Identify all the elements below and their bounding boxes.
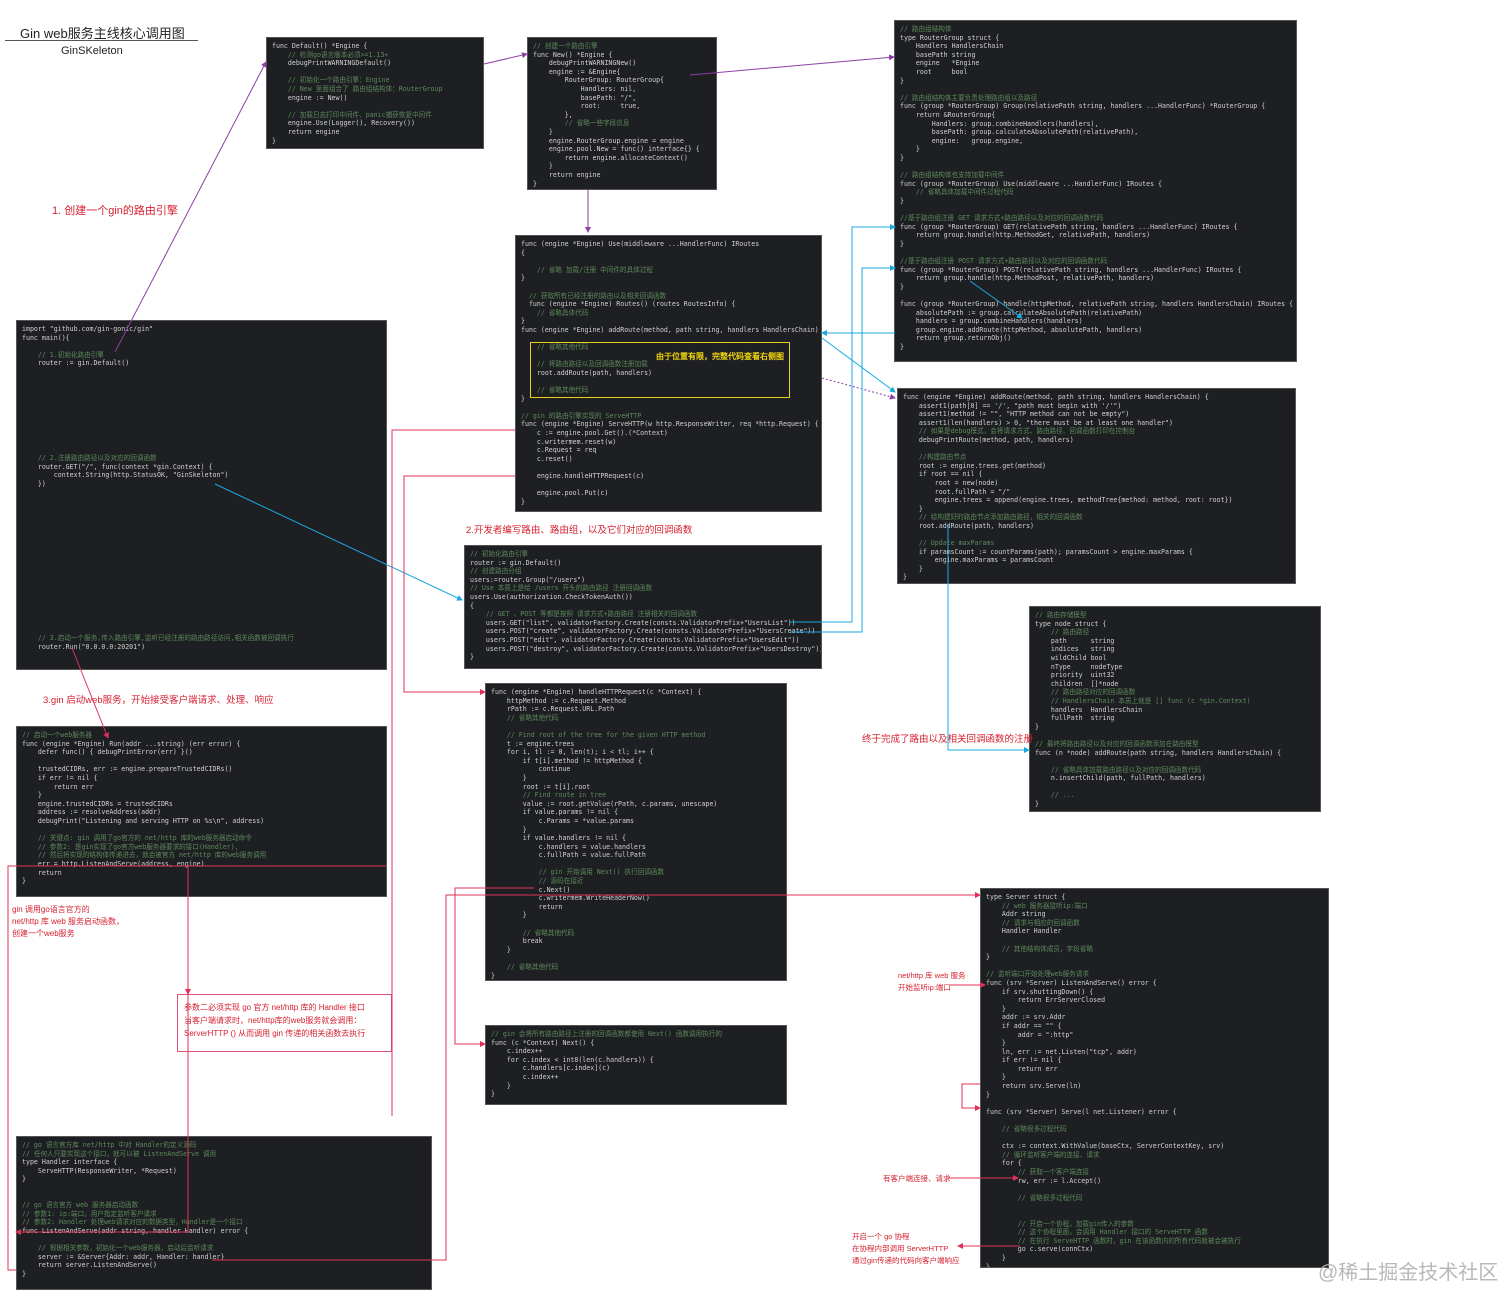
arrow-main-to-default <box>114 61 267 353</box>
arrow-servehttp-to-handle <box>403 475 515 695</box>
arrow-handle-to-next <box>454 887 534 1047</box>
arrow-addroute-to-engine <box>821 377 896 400</box>
arrow-addroute-to-node <box>947 524 1030 753</box>
arrow-handle <box>969 280 1023 319</box>
arrow-engine-addroute <box>821 337 896 393</box>
arrow-router-get <box>214 483 463 601</box>
arrow-users-get <box>790 224 896 623</box>
arrow-gin-to-listen <box>7 865 386 1271</box>
arrow-users-post <box>790 265 896 633</box>
arrow-run <box>71 647 109 739</box>
arrow-run-to-listenandserve <box>15 865 189 1235</box>
arrow-servehttp-loop <box>391 429 515 1116</box>
arrow-new-to-routergroup <box>689 54 895 76</box>
connector-lines <box>7 52 1030 1271</box>
arrow-default-to-new <box>483 52 528 65</box>
arrow-listenandserve-to-server <box>212 892 981 1261</box>
arrow-server-serve <box>961 1083 981 1111</box>
